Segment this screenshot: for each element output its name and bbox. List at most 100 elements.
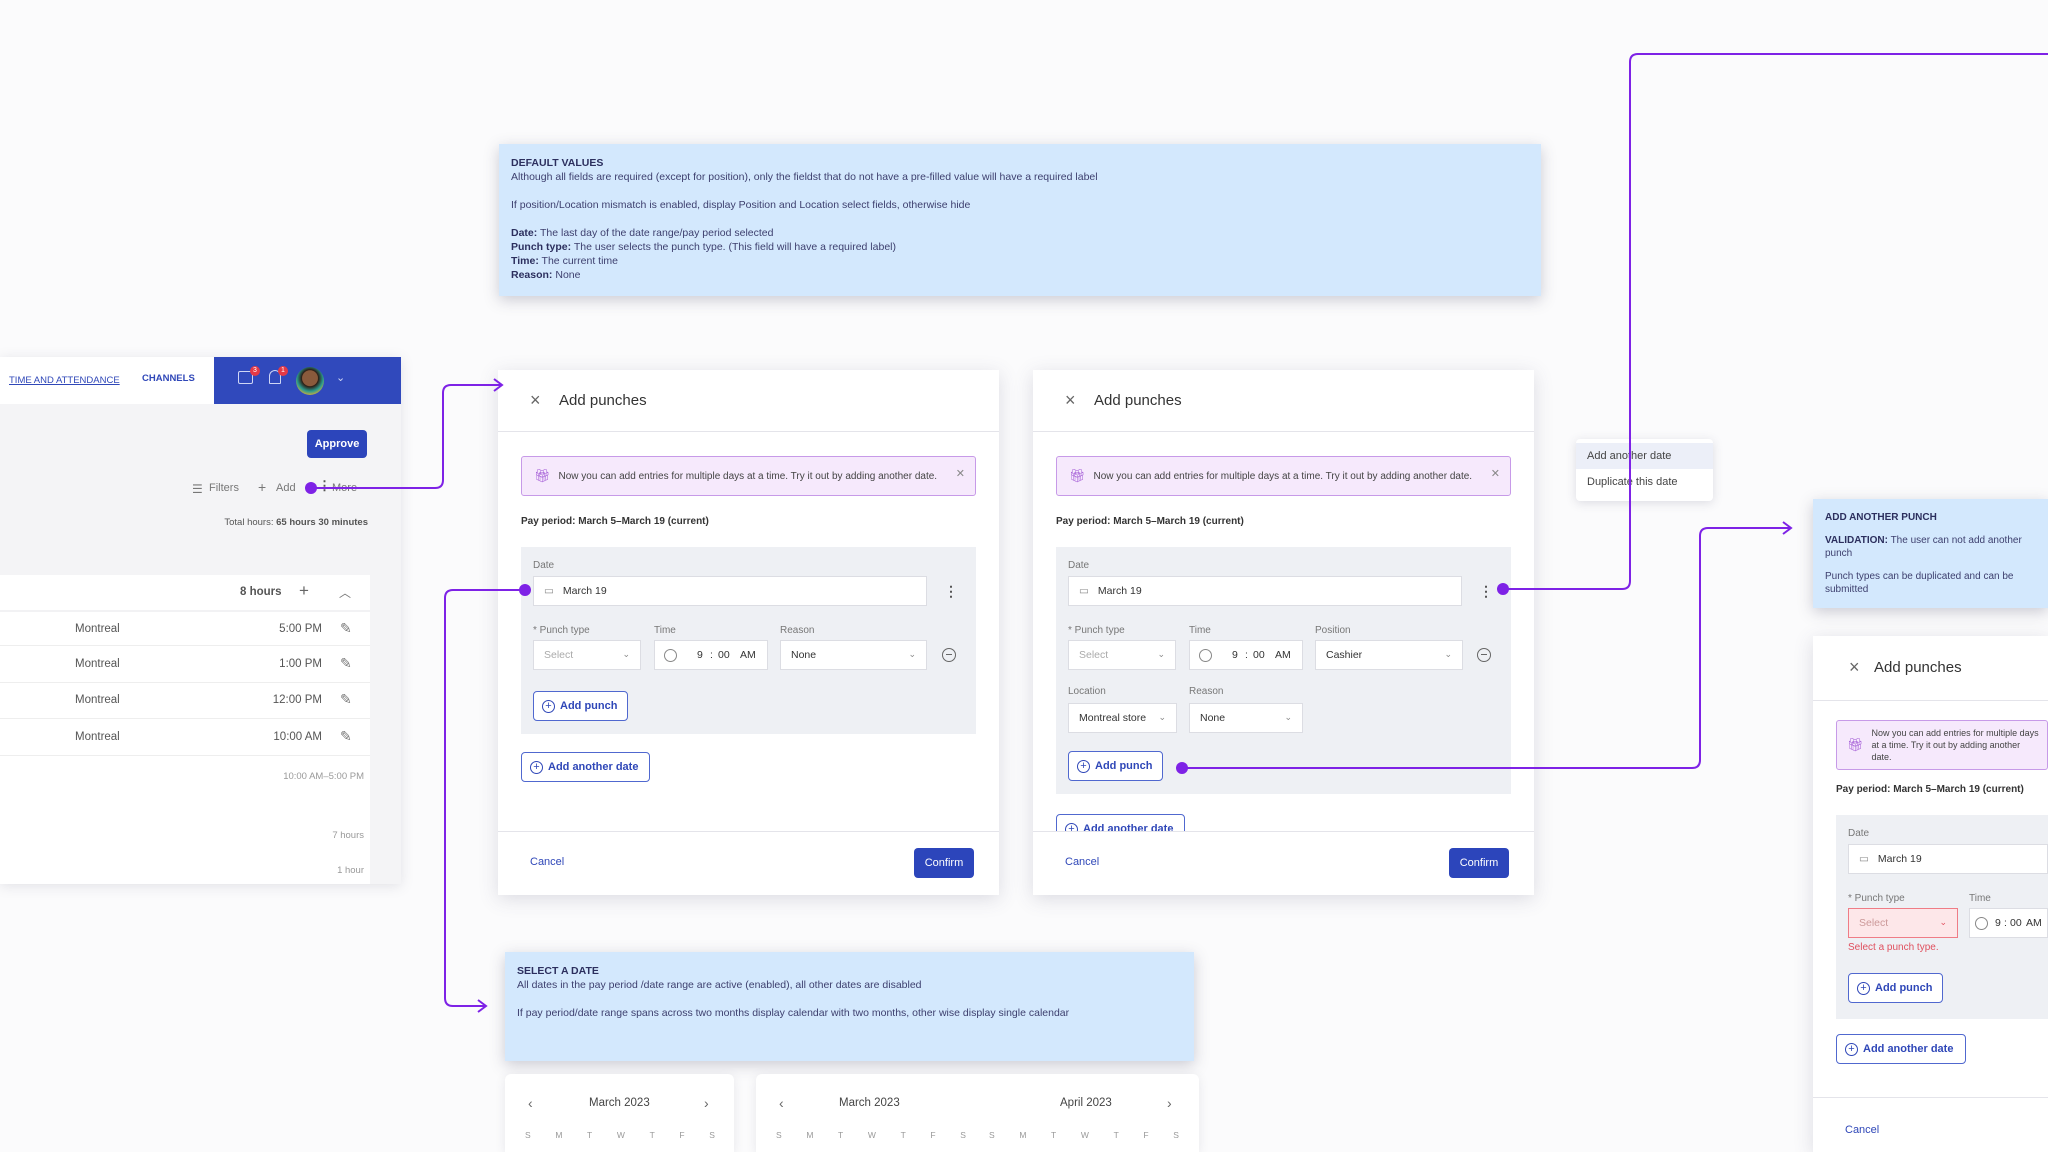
more-button[interactable]: More — [332, 482, 357, 494]
reason-select[interactable]: None ⌄ — [780, 640, 927, 670]
approve-button[interactable]: Approve — [307, 430, 367, 458]
pencil-icon[interactable]: ✎ — [340, 655, 352, 672]
punch-type-label: * Punch type — [533, 625, 590, 636]
close-icon[interactable]: × — [1849, 658, 1860, 676]
add-another-date-button[interactable]: + Add another date — [1056, 814, 1185, 831]
cancel-button[interactable]: Cancel — [530, 856, 564, 868]
plus-circle-icon: + — [530, 760, 543, 774]
note-text: VALIDATION: The user can not add another… — [1825, 535, 2022, 559]
pencil-icon[interactable]: ✎ — [340, 620, 352, 637]
banner-close-icon[interactable]: ✕ — [1491, 467, 1500, 480]
remove-punch-icon[interactable] — [942, 648, 956, 662]
weekday-row: SMTWTFS — [989, 1130, 1179, 1140]
menu-item-add-another-date[interactable]: Add another date — [1576, 443, 1713, 469]
add-icon[interactable]: + — [258, 479, 266, 495]
reason-label: Reason — [780, 625, 815, 636]
row-time: 5:00 PM — [279, 623, 322, 635]
date-input[interactable]: ▭ March 19 — [1068, 576, 1462, 606]
punch-type-select[interactable]: Select ⌄ — [533, 640, 641, 670]
plus-circle-icon: + — [542, 699, 555, 713]
pencil-icon[interactable]: ✎ — [340, 728, 352, 745]
kebab-menu-icon[interactable]: ⋮ — [1479, 584, 1493, 598]
chevron-down-icon[interactable]: ⌄ — [336, 371, 345, 384]
nav-time-and-attendance[interactable]: TIME AND ATTENDANCE — [9, 375, 120, 386]
confirm-button[interactable]: Confirm — [1449, 848, 1509, 878]
note-text: All dates in the pay period /date range … — [517, 979, 922, 991]
date-label: Date — [533, 560, 555, 571]
add-punches-dialog: × Add punches 🎁︎ Now you can add entries … — [498, 370, 999, 895]
date-label: Date — [1068, 560, 1090, 571]
location-select[interactable]: Montreal store ⌄ — [1068, 703, 1177, 733]
collapse-icon[interactable]: ︿ — [339, 584, 351, 601]
banner-text: Now you can add entries for multiple day… — [1871, 728, 2039, 762]
time-input[interactable]: 9:00 AM — [654, 640, 768, 670]
weekday-row: SMTWTFS — [525, 1130, 715, 1140]
chevron-left-icon[interactable]: ‹ — [779, 1095, 784, 1111]
punch-type-label: * Punch type — [1848, 893, 1905, 904]
divider — [1813, 700, 2048, 701]
arrowhead — [477, 999, 488, 1013]
chevron-left-icon[interactable]: ‹ — [528, 1095, 533, 1111]
date-section: Date ▭ March 19 * Punch type Select ⌄ Sele… — [1836, 815, 2048, 1019]
filter-icon[interactable]: ☰ — [192, 482, 203, 496]
add-punch-button[interactable]: + Add punch — [1068, 751, 1163, 781]
row-time: 1:00 PM — [279, 658, 322, 670]
arrowhead — [1782, 521, 1793, 535]
time-input[interactable]: 9:00 AM — [1969, 908, 2048, 938]
date-input[interactable]: ▭ March 19 — [533, 576, 927, 606]
divider — [1033, 831, 1534, 832]
clock-icon — [664, 649, 677, 662]
nav-channels[interactable]: CHANNELS — [142, 373, 195, 384]
position-select[interactable]: Cashier ⌄ — [1315, 640, 1463, 670]
close-icon[interactable]: × — [1065, 391, 1076, 409]
app-fragment: TIME AND ATTENDANCE CHANNELS 3 1 ⌄ Appro… — [0, 357, 401, 884]
confirm-button[interactable]: Confirm — [914, 848, 974, 878]
remove-punch-icon[interactable] — [1477, 648, 1491, 662]
add-punch-button[interactable]: + Add punch — [1848, 973, 1943, 1003]
close-icon[interactable]: × — [530, 391, 541, 409]
dialog-body: 🎁︎ Now you can add entries for multiple d… — [1033, 432, 1534, 831]
filters-button[interactable]: Filters — [209, 482, 239, 494]
calendar-icon: ▭ — [1079, 585, 1089, 597]
hours-1: 1 hour — [337, 865, 364, 876]
cancel-button[interactable]: Cancel — [1845, 1124, 1879, 1136]
chevron-down-icon: ⌄ — [1939, 917, 1947, 927]
add-button[interactable]: Add — [276, 482, 296, 494]
chevron-right-icon[interactable]: › — [1167, 1095, 1172, 1111]
row-time: 10:00 AM — [273, 731, 322, 743]
kebab-menu-icon[interactable]: ⋮ — [944, 584, 958, 598]
row-time: 12:00 PM — [272, 694, 322, 706]
menu-item-duplicate-this-date[interactable]: Duplicate this date — [1576, 469, 1713, 495]
plus-circle-icon: + — [1845, 1042, 1858, 1056]
info-banner: 🎁︎ Now you can add entries for multiple d… — [1056, 456, 1511, 496]
note-text: If position/Location mismatch is enabled… — [511, 199, 971, 211]
punch-type-select[interactable]: Select ⌄ — [1068, 640, 1176, 670]
avatar[interactable] — [296, 367, 324, 395]
time-input[interactable]: 9:00 AM — [1189, 640, 1303, 670]
date-section: Date ▭ March 19 ⋮ * Punch type Select ⌄ Ti… — [521, 547, 976, 734]
add-punch-button[interactable]: + Add punch — [533, 691, 628, 721]
cancel-button[interactable]: Cancel — [1065, 856, 1099, 868]
punch-type-select-error[interactable]: Select ⌄ — [1848, 908, 1958, 938]
plus-circle-icon: + — [1077, 759, 1090, 773]
row-location: Montreal — [75, 731, 120, 743]
add-another-date-button[interactable]: + Add another date — [521, 752, 650, 782]
add-another-date-button[interactable]: + Add another date — [1836, 1034, 1966, 1064]
note-text: If pay period/date range spans across tw… — [517, 1007, 1070, 1019]
group-hours: 8 hours — [240, 586, 282, 598]
divider — [498, 831, 999, 832]
more-icon[interactable]: ⋮ — [318, 478, 331, 494]
note-title: ADD ANOTHER PUNCH — [1825, 512, 1937, 523]
date-input[interactable]: ▭ March 19 — [1848, 844, 2048, 874]
banner-close-icon[interactable]: ✕ — [956, 467, 965, 480]
note-item: Time: The current time — [511, 255, 618, 267]
row-location: Montreal — [75, 694, 120, 706]
add-punch-icon[interactable]: + — [299, 581, 309, 601]
pencil-icon[interactable]: ✎ — [340, 691, 352, 708]
row-location: Montreal — [75, 623, 120, 635]
chevron-right-icon[interactable]: › — [704, 1095, 709, 1111]
reason-select[interactable]: None ⌄ — [1189, 703, 1303, 733]
dialog-title: Add punches — [1874, 659, 1962, 676]
time-range: 10:00 AM–5:00 PM — [283, 771, 364, 782]
banner-text: Now you can add entries for multiple day… — [558, 470, 938, 482]
